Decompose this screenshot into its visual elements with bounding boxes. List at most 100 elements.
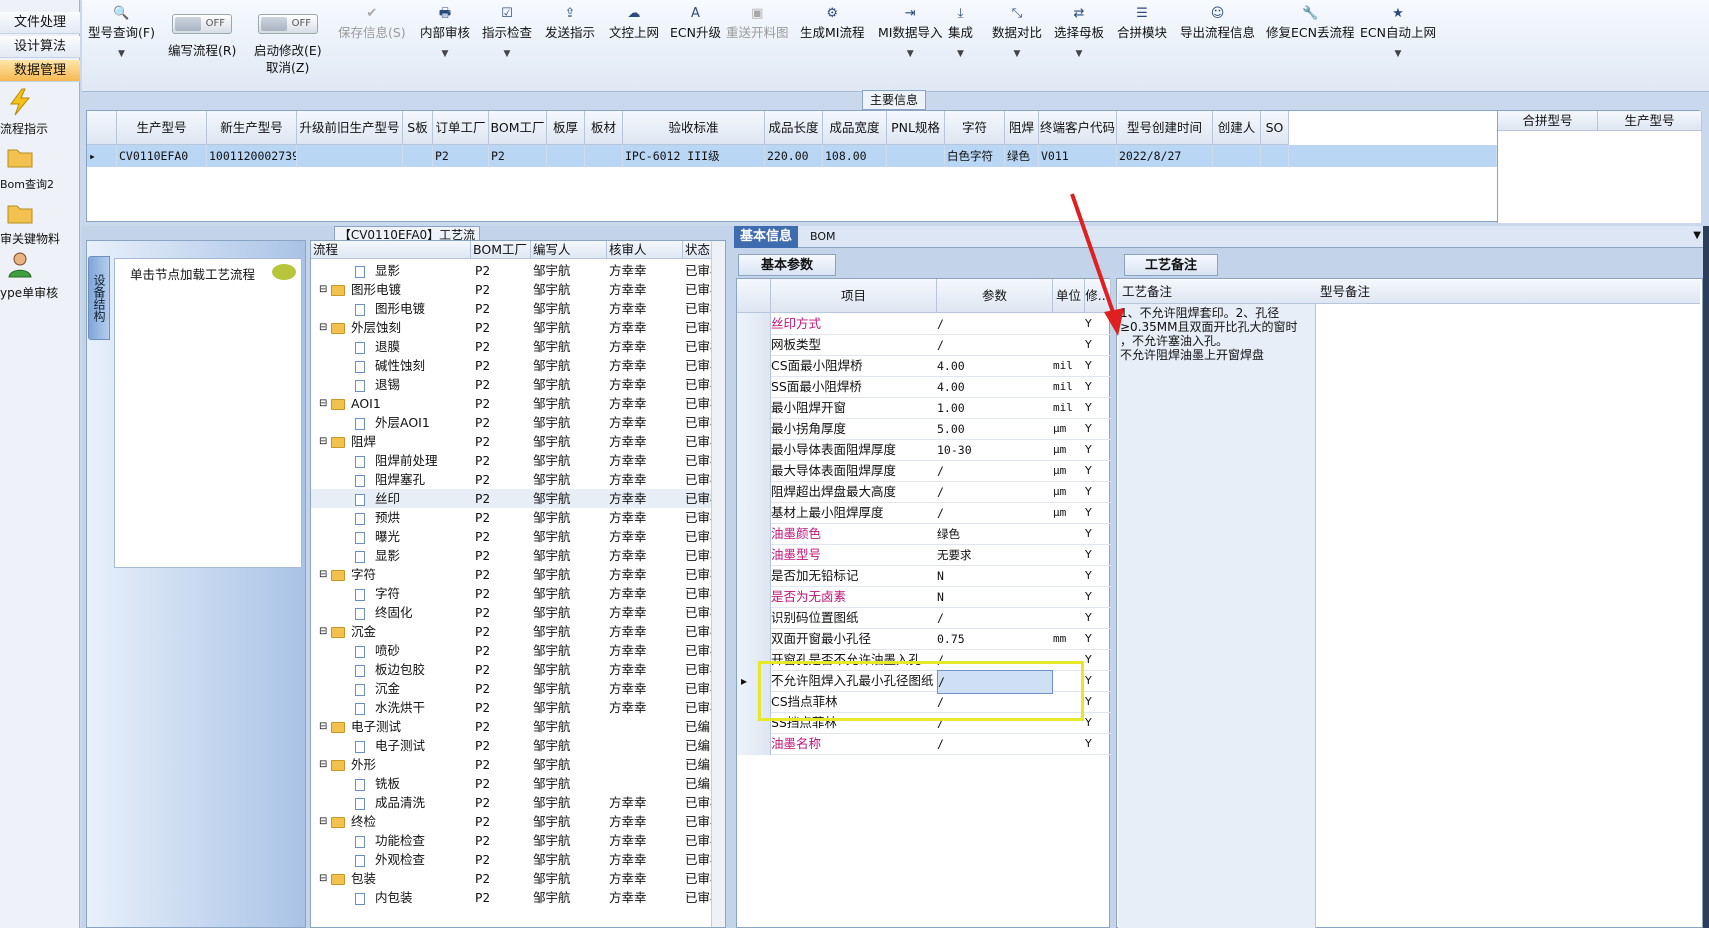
tree-row[interactable]: 电子测试P2邹宇航已编写 [311,736,715,755]
main-col-header[interactable]: 订单工厂 [433,111,489,145]
param-cell-v[interactable]: / [937,313,1053,335]
param-row[interactable]: 是否为无卤素 N Y [737,586,1111,608]
main-cell[interactable]: 2022/8/27 [1117,145,1213,167]
tab-basic-params[interactable]: 基本参数 [738,254,836,276]
collapse-icon[interactable]: ⊟ [319,755,329,774]
nav-bom-query[interactable]: Bom查询2 [0,176,80,192]
edit-flow-toggle[interactable]: OFF [172,14,232,34]
doc-upload-button[interactable]: ☁ 文控上网 [609,6,659,41]
main-cell[interactable] [585,145,623,167]
main-cell[interactable]: V011 [1039,145,1117,167]
param-col-item[interactable]: 项目 [771,279,937,313]
grid-corner[interactable] [87,111,117,145]
send-instr-button[interactable]: ⇪ 发送指示 [545,6,595,41]
main-col-header[interactable]: 创建人 [1213,111,1261,145]
row-header[interactable] [737,313,771,335]
main-cell[interactable] [403,145,433,167]
node-list[interactable] [114,258,302,568]
mi-import-button[interactable]: ⇥ MI数据导入 ▼ [878,6,942,59]
main-col-header[interactable]: SO [1261,111,1289,145]
param-row[interactable]: 双面开窗最小孔径 0.75 mm Y [737,628,1111,650]
row-header[interactable] [737,607,771,629]
tree-row[interactable]: 外层AOI1P2邹宇航方幸幸已审核 [311,413,715,432]
main-col-header[interactable]: PNL规格 [887,111,945,145]
collapse-icon[interactable]: ⊟ [319,318,329,337]
tree-row[interactable]: 退锡P2邹宇航方幸幸已审核 [311,375,715,394]
main-col-header[interactable]: 字符 [945,111,1005,145]
collapse-icon[interactable]: ⊟ [319,565,329,584]
param-cell-v[interactable]: / [937,460,1053,482]
tree-col-reviewer[interactable]: 核审人 [607,241,683,259]
main-cell[interactable] [887,145,945,167]
param-row[interactable]: 油墨名称 / Y [737,733,1111,755]
row-header[interactable] [737,586,771,608]
nav-type-review[interactable]: ype单审核 [0,284,80,301]
main-cell[interactable]: 绿色 [1005,145,1039,167]
tree-row[interactable]: 曝光P2邹宇航方幸幸已审核 [311,527,715,546]
main-cell[interactable]: P2 [433,145,489,167]
param-row[interactable]: 油墨型号 无要求 Y [737,544,1111,566]
param-row[interactable]: CS面最小阻焊桥 4.00 mil Y [737,355,1111,377]
folder-icon[interactable] [6,142,34,170]
collapse-icon[interactable]: ⊟ [319,812,329,831]
main-col-header[interactable]: 成品宽度 [823,111,887,145]
param-cell-v[interactable]: 10-30 [937,439,1053,461]
tree-row[interactable]: ⊟字符P2邹宇航方幸幸已审核 [311,565,715,584]
param-row[interactable]: 识别码位置图纸 / Y [737,607,1111,629]
row-header[interactable] [737,397,771,419]
main-col-header[interactable]: 成品长度 [765,111,823,145]
tree-col-writer[interactable]: 编写人 [531,241,607,259]
main-col-header[interactable]: S板 [403,111,433,145]
param-cell-v[interactable]: 无要求 [937,544,1053,566]
param-cell-v[interactable]: N [937,586,1053,608]
row-header[interactable] [737,418,771,440]
row-header[interactable] [737,460,771,482]
param-col-value[interactable]: 参数 [937,279,1053,313]
row-header[interactable] [737,481,771,503]
gen-mi-button[interactable]: ⚙ 生成MI流程 [800,6,864,41]
row-header[interactable] [737,628,771,650]
param-row[interactable]: 最小阻焊开窗 1.00 mil Y [737,397,1111,419]
tree-row[interactable]: 外观检查P2邹宇航方幸幸已审核 [311,850,715,869]
tab-basic-info[interactable]: 基本信息 [734,226,799,248]
row-header[interactable] [737,502,771,524]
main-cell[interactable]: 220.00 [765,145,823,167]
main-col-header[interactable]: 板材 [585,111,623,145]
main-col-header[interactable]: 生产型号 [117,111,207,145]
main-cell[interactable]: 10011200027398 [207,145,297,167]
lightning-icon[interactable] [6,88,34,116]
save-button[interactable]: ✔ 保存信息(S) [338,6,406,41]
main-cell[interactable]: 白色字符 [945,145,1005,167]
main-cell[interactable]: IPC-6012 III级 [623,145,765,167]
row-header[interactable] [737,355,771,377]
tab-bom[interactable]: BOM [804,226,842,248]
grid-corner[interactable] [737,279,771,313]
regen-drawing-button[interactable]: ▣ 重送开料图 [726,6,789,41]
tree-row[interactable]: ⊟终检P2邹宇航方幸幸已审核 [311,812,715,831]
tree-row[interactable]: ⊟阻焊P2邹宇航方幸幸已审核 [311,432,715,451]
main-col-header[interactable]: 阻焊 [1005,111,1039,145]
row-header[interactable] [737,565,771,587]
param-row[interactable]: 油墨颜色 绿色 Y [737,523,1111,545]
tree-col-bom[interactable]: BOM工厂 [471,241,531,259]
nav-design-algorithm[interactable]: 设计算法 [0,36,80,58]
tree-row[interactable]: 铣板P2邹宇航已编写 [311,774,715,793]
ecn-upgrade-button[interactable]: A ECN升级 [670,6,721,41]
param-cell-v[interactable]: / [937,334,1053,356]
tree-row[interactable]: 水洗烘干P2邹宇航方幸幸已审核 [311,698,715,717]
param-row[interactable]: 最大导体表面阻焊厚度 / μm Y [737,460,1111,482]
nav-key-material[interactable]: 审关键物料 [0,230,80,247]
param-cell-v[interactable]: 4.00 [937,355,1053,377]
folder-icon[interactable] [6,198,34,226]
param-cell-v[interactable]: / [937,502,1053,524]
tab-process-remarks[interactable]: 工艺备注 [1124,254,1218,276]
device-structure-tab[interactable]: 设备结构 [88,256,110,340]
row-header[interactable] [737,523,771,545]
param-cell-v[interactable]: / [937,607,1053,629]
main-col-header[interactable]: 升级前旧生产型号 [297,111,403,145]
row-header[interactable] [737,439,771,461]
internal-review-button[interactable]: 🖶 内部审核 ▼ [420,6,470,59]
tree-row[interactable]: 图形电镀P2邹宇航方幸幸已审核 [311,299,715,318]
param-row[interactable]: 最小拐角厚度 5.00 μm Y [737,418,1111,440]
merge-module-button[interactable]: ☰ 合拼模块 [1117,6,1167,41]
